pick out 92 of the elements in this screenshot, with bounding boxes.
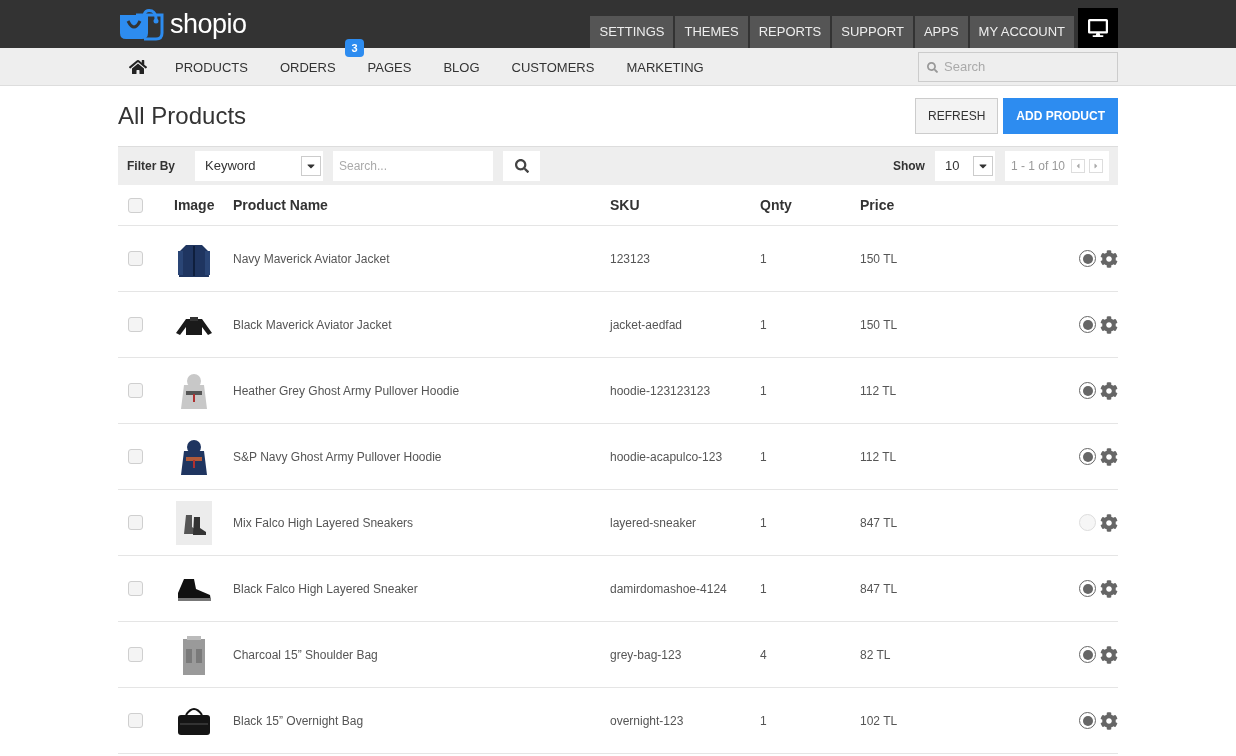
table-cell: overnight-123 xyxy=(610,713,684,728)
checkbox[interactable] xyxy=(128,647,143,662)
caret-left-icon xyxy=(1074,162,1082,170)
brand-name: shopio xyxy=(170,7,247,41)
table-cell-text: 150 TL xyxy=(860,316,898,334)
settings-icon[interactable] xyxy=(1100,711,1118,730)
monitor-icon xyxy=(1088,18,1108,38)
table-cell: 1 xyxy=(760,515,767,530)
column-header: SKU xyxy=(610,196,640,213)
search-field[interactable]: Search xyxy=(918,51,1118,82)
show-label: Show xyxy=(892,158,925,175)
settings-icon[interactable] xyxy=(1100,315,1118,334)
table-cell: 1 xyxy=(760,581,767,596)
checkbox[interactable] xyxy=(128,515,143,530)
page-title: All Products xyxy=(118,101,247,131)
page-range: 1 - 1 of 10 xyxy=(1010,158,1065,175)
table-cell-text: 82 TL xyxy=(860,646,891,664)
nav-link[interactable]: PAGES xyxy=(367,59,412,75)
table-cell: 1 xyxy=(760,251,767,266)
column-header: Qnty xyxy=(760,196,792,213)
settings-icon[interactable] xyxy=(1100,447,1118,466)
filter-select[interactable]: Keyword xyxy=(195,151,323,181)
settings-icon[interactable] xyxy=(1100,381,1118,400)
table-cell: hoodie-123123123 xyxy=(610,383,711,398)
table-cell-text: 847 TL xyxy=(860,514,898,532)
search-button[interactable] xyxy=(503,151,540,181)
table-cell: jacket-aedfad xyxy=(610,317,683,332)
table-cell: 1 xyxy=(760,383,767,398)
checkbox[interactable] xyxy=(128,581,143,596)
settings-icon[interactable] xyxy=(1100,645,1118,664)
table-cell: Charcoal 15” Shoulder Bag xyxy=(233,647,378,662)
checkbox[interactable] xyxy=(128,713,143,728)
table-cell: 1 xyxy=(760,713,767,728)
table-cell: 1 xyxy=(760,449,767,464)
table-cell-text: 102 TL xyxy=(860,712,898,730)
top-menu-tab[interactable]: THEMES xyxy=(675,16,748,48)
top-menu-tab[interactable]: REPORTS xyxy=(749,16,831,48)
nav-link[interactable]: BLOG xyxy=(443,59,480,75)
top-menu-tab[interactable]: MY ACCOUNT xyxy=(969,16,1074,48)
checkbox[interactable] xyxy=(128,251,143,266)
table-cell-text: 112 TL xyxy=(860,382,897,400)
status-radio[interactable] xyxy=(1079,316,1096,333)
refresh-button[interactable]: REFRESH xyxy=(915,98,999,134)
table-cell: 1 xyxy=(760,317,767,332)
checkbox[interactable] xyxy=(128,317,143,332)
table-cell: damirdomashoe-4124 xyxy=(610,581,727,596)
table-cell-text: 847 TL xyxy=(860,580,898,598)
status-radio[interactable] xyxy=(1079,646,1096,663)
nav-link[interactable]: PRODUCTS xyxy=(175,59,248,75)
settings-icon[interactable] xyxy=(1100,513,1118,532)
settings-icon[interactable] xyxy=(1100,579,1118,598)
desktop-button[interactable] xyxy=(1078,8,1118,48)
table-cell-text: 112 TL xyxy=(860,448,897,466)
table-cell: 123123 xyxy=(610,251,651,266)
nav-link[interactable]: MARKETING xyxy=(626,59,704,75)
table-cell: Black 15” Overnight Bag xyxy=(233,713,364,728)
caret-right-icon xyxy=(1092,162,1100,170)
top-menu-tab[interactable]: SETTINGS xyxy=(590,16,674,48)
table-cell: S&P Navy Ghost Army Pullover Hoodie xyxy=(233,449,442,464)
status-radio[interactable] xyxy=(1079,250,1096,267)
status-radio[interactable] xyxy=(1079,382,1096,399)
nav-link[interactable]: CUSTOMERS xyxy=(511,59,595,75)
table-cell: 4 xyxy=(760,647,767,662)
status-radio[interactable] xyxy=(1079,712,1096,729)
column-header: Image xyxy=(174,196,215,213)
top-menu-tab[interactable]: APPS xyxy=(914,16,968,48)
table-cell: Heather Grey Ghost Army Pullover Hoodie xyxy=(233,383,460,398)
table-cell-text: 150 TL xyxy=(860,250,898,268)
shopping-bag-logo-icon xyxy=(118,7,164,41)
nav-link[interactable]: ORDERS xyxy=(279,59,336,75)
search-icon xyxy=(514,159,529,173)
column-header: Product Name xyxy=(233,196,328,213)
status-radio[interactable] xyxy=(1079,448,1096,465)
table-cell: layered-sneaker xyxy=(610,515,697,530)
filter-search-field[interactable]: Search... xyxy=(333,151,493,181)
table-cell: Black Falco High Layered Sneaker xyxy=(233,581,418,596)
home-icon[interactable] xyxy=(129,57,147,76)
table-cell: Navy Maverick Aviator Jacket xyxy=(233,251,390,266)
top-menu-tab[interactable]: SUPPORT xyxy=(832,16,913,48)
column-header: Price xyxy=(860,196,895,213)
filter-label: Filter By xyxy=(127,158,175,175)
table-cell: grey-bag-123 xyxy=(610,647,682,662)
page-size-select[interactable]: 10 xyxy=(934,151,995,181)
table-cell: hoodie-acapulco-123 xyxy=(610,449,723,464)
checkbox[interactable] xyxy=(128,383,143,398)
status-radio[interactable] xyxy=(1079,580,1096,597)
checkbox[interactable] xyxy=(128,449,143,464)
checkbox[interactable] xyxy=(128,197,143,213)
table-cell: Mix Falco High Layered Sneakers xyxy=(233,515,414,530)
table-cell: Black Maverick Aviator Jacket xyxy=(233,317,392,332)
search-icon xyxy=(927,61,938,73)
settings-icon[interactable] xyxy=(1100,249,1118,268)
